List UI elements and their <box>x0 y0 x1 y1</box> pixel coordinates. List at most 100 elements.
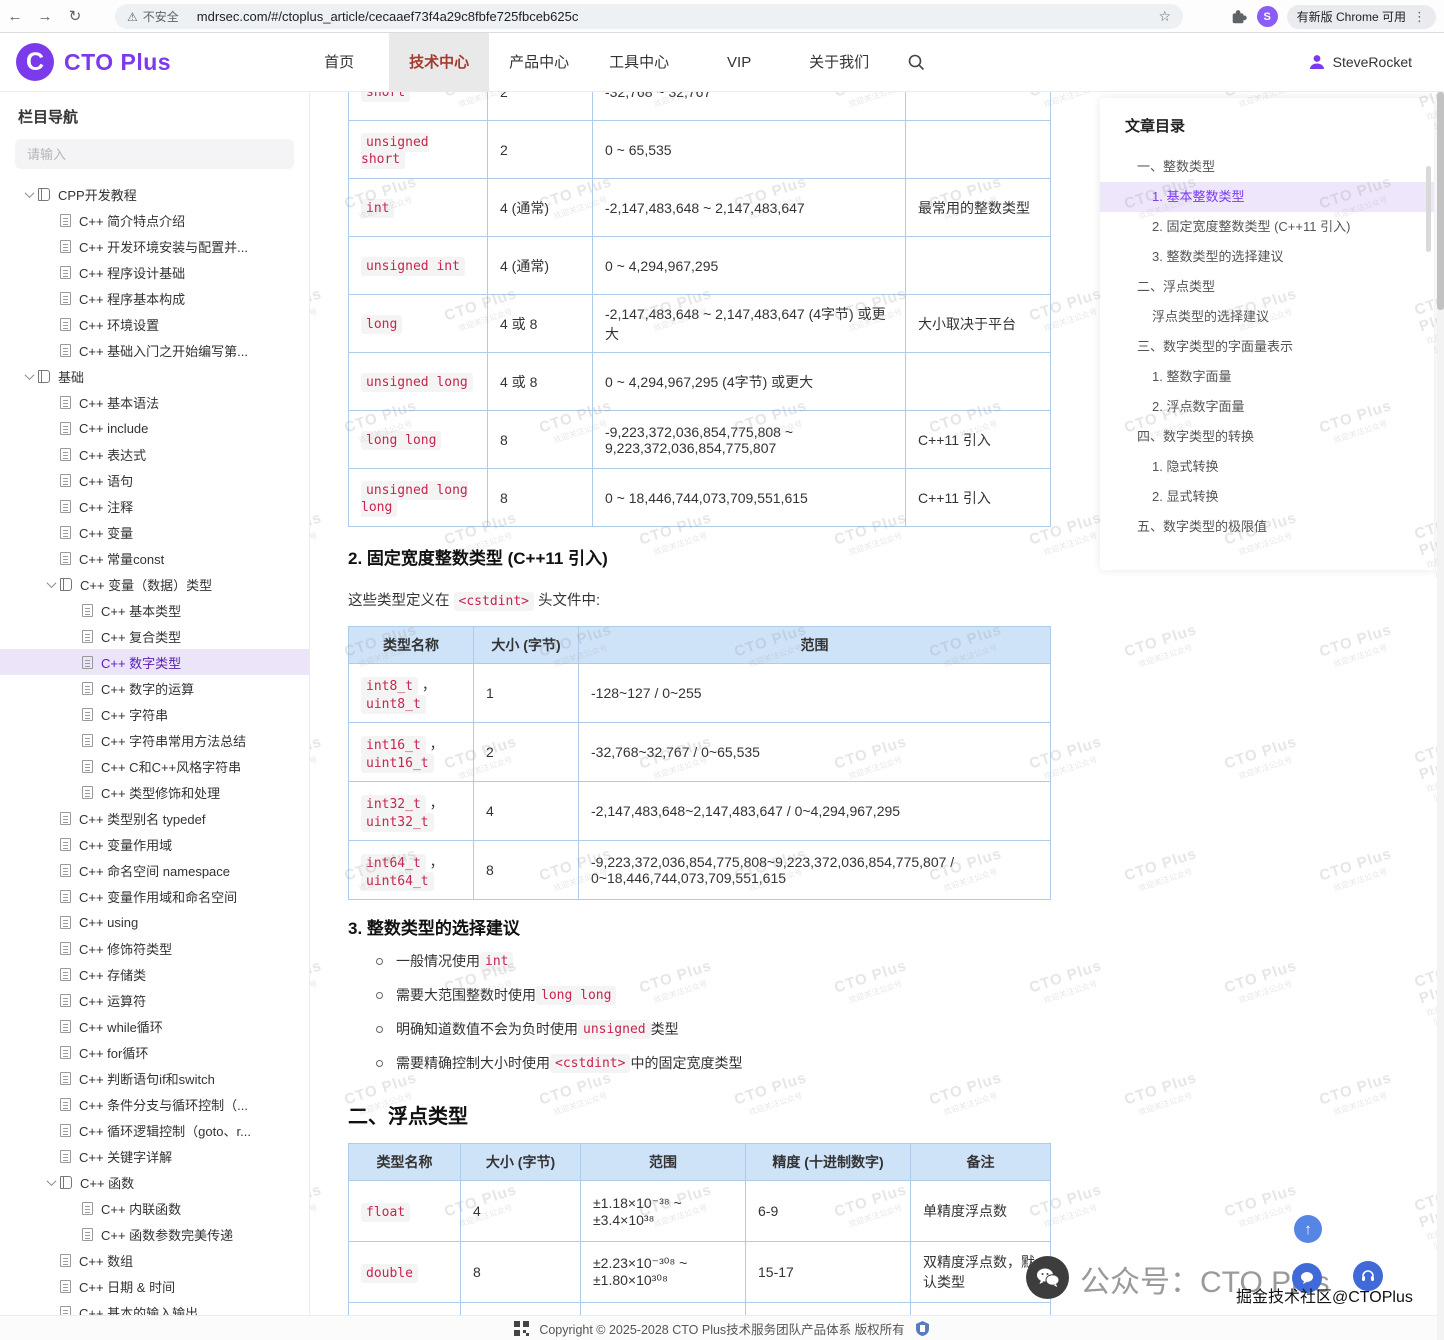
refresh-icon[interactable]: ↻ <box>60 7 90 25</box>
sidebar-tree-item[interactable]: C++ 环境设置 <box>0 311 309 337</box>
forward-icon[interactable]: → <box>30 8 60 25</box>
sidebar-tree-item[interactable]: C++ using <box>0 909 309 935</box>
sidebar-tree-item[interactable]: C++ 简介特点介绍 <box>0 207 309 233</box>
tree-item-label: C++ 基本的输入输出 <box>79 1303 198 1316</box>
sidebar-tree-item[interactable]: C++ 变量作用域 <box>0 831 309 857</box>
sidebar-tree-item[interactable]: C++ 基本类型 <box>0 597 309 623</box>
toc-scrollbar-thumb[interactable] <box>1426 166 1431 252</box>
sidebar-tree-item[interactable]: C++ 基础入门之开始编写第... <box>0 337 309 363</box>
nav-item-tech-center[interactable]: 技术中心 <box>389 33 489 92</box>
sidebar-tree-item[interactable]: C++ 类型修饰和处理 <box>0 779 309 805</box>
chevron-down-icon <box>42 581 60 588</box>
sidebar-tree-item[interactable]: C++ 语句 <box>0 467 309 493</box>
inline-code: long long <box>361 431 441 450</box>
user-account[interactable]: SteveRocket <box>1308 53 1412 71</box>
sidebar-tree-item[interactable]: C++ 变量 <box>0 519 309 545</box>
sidebar-tree-item[interactable]: C++ 条件分支与循环控制（... <box>0 1091 309 1117</box>
security-label[interactable]: 不安全 <box>143 8 179 25</box>
watermark: CTO Plus欢迎关注公众号 <box>1317 845 1398 897</box>
sidebar-tree-item[interactable]: C++ C和C++风格字符串 <box>0 753 309 779</box>
menu-dots-icon[interactable]: ⋮ <box>1413 9 1426 25</box>
chevron-down-icon <box>42 1179 60 1186</box>
sidebar-tree-item[interactable]: C++ 常量const <box>0 545 309 571</box>
toc-item[interactable]: 2. 显式转换 <box>1100 482 1434 512</box>
table-cell: int64_t ，uint64_t <box>349 841 474 900</box>
browser-profile-avatar[interactable]: S <box>1257 6 1278 27</box>
sidebar-tree-item[interactable]: C++ 基本的输入输出 <box>0 1299 309 1315</box>
sidebar-tree-item[interactable]: 基础 <box>0 363 309 389</box>
sidebar-search-input[interactable] <box>15 139 294 169</box>
sidebar-tree-item[interactable]: C++ 函数参数完美传递 <box>0 1221 309 1247</box>
back-to-top-button[interactable]: ↑ <box>1294 1215 1322 1243</box>
sidebar-tree-item[interactable]: C++ while循环 <box>0 1013 309 1039</box>
toc-item[interactable]: 五、数字类型的极限值 <box>1100 512 1434 542</box>
tree-item-label: C++ 判断语句if和switch <box>79 1069 215 1088</box>
toc-item[interactable]: 二、浮点类型 <box>1100 272 1434 302</box>
toc-item[interactable]: 1. 整数字面量 <box>1100 362 1434 392</box>
sidebar-tree-item[interactable]: C++ 复合类型 <box>0 623 309 649</box>
sidebar-tree-item[interactable]: C++ 程序基本构成 <box>0 285 309 311</box>
page-scrollbar[interactable] <box>1437 92 1444 1340</box>
inline-code: <cstdint> <box>550 1054 630 1073</box>
sidebar-tree-item[interactable]: C++ for循环 <box>0 1039 309 1065</box>
sidebar-tree-item[interactable]: C++ 数字的运算 <box>0 675 309 701</box>
toc-item[interactable]: 3. 整数类型的选择建议 <box>1100 242 1434 272</box>
update-label: 有新版 Chrome 可用 <box>1297 8 1406 25</box>
chrome-update-button[interactable]: 有新版 Chrome 可用 ⋮ <box>1287 5 1436 29</box>
toc-item[interactable]: 1. 隐式转换 <box>1100 452 1434 482</box>
sidebar-tree-item[interactable]: C++ 字符串 <box>0 701 309 727</box>
sidebar-tree-item[interactable]: C++ 判断语句if和switch <box>0 1065 309 1091</box>
sidebar-tree-item[interactable]: C++ 字符串常用方法总结 <box>0 727 309 753</box>
sidebar-tree-item[interactable]: C++ 命名空间 namespace <box>0 857 309 883</box>
tree-item-label: C++ 修饰符类型 <box>79 939 172 958</box>
sidebar-tree-item[interactable]: C++ 变量作用域和命名空间 <box>0 883 309 909</box>
sidebar-tree-item[interactable]: C++ 开发环境安装与配置并... <box>0 233 309 259</box>
sidebar-tree-item[interactable]: C++ 注释 <box>0 493 309 519</box>
sidebar-tree-item[interactable]: C++ 日期 & 时间 <box>0 1273 309 1299</box>
nav-item-product-center[interactable]: 产品中心 <box>489 33 589 92</box>
sidebar-tree-item[interactable]: C++ 存储类 <box>0 961 309 987</box>
sidebar-tree-item[interactable]: CPP开发教程 <box>0 181 309 207</box>
toc-item[interactable]: 2. 固定宽度整数类型 (C++11 引入) <box>1100 212 1434 242</box>
search-icon[interactable] <box>907 53 926 72</box>
back-icon[interactable]: ← <box>0 8 30 25</box>
table-row: unsigned int4 (通常)0 ~ 4,294,967,295 <box>349 237 1051 295</box>
sidebar-tree-item[interactable]: C++ 函数 <box>0 1169 309 1195</box>
sidebar-tree-item[interactable]: C++ 数组 <box>0 1247 309 1273</box>
tree-item-label: C++ 程序设计基础 <box>79 263 185 282</box>
document-icon <box>60 318 71 331</box>
sidebar-tree-item[interactable]: C++ 表达式 <box>0 441 309 467</box>
nav-item-home[interactable]: 首页 <box>289 33 389 92</box>
inline-code: int <box>361 199 394 218</box>
sidebar-tree-item[interactable]: C++ 类型别名 typedef <box>0 805 309 831</box>
nav-item-about[interactable]: 关于我们 <box>789 33 889 92</box>
sidebar-tree-item[interactable]: C++ 内联函数 <box>0 1195 309 1221</box>
tree-item-label: C++ 常量const <box>79 549 164 568</box>
url-text[interactable]: mdrsec.com/#/ctoplus_article/cecaaef73f4… <box>197 9 579 24</box>
nav-item-tool-center[interactable]: 工具中心 <box>589 33 689 92</box>
sidebar-tree-item[interactable]: C++ 关键字详解 <box>0 1143 309 1169</box>
toc-item[interactable]: 三、数字类型的字面量表示 <box>1100 332 1434 362</box>
document-icon <box>60 474 71 487</box>
sidebar-tree-item[interactable]: C++ 修饰符类型 <box>0 935 309 961</box>
sidebar-tree-item[interactable]: C++ 基本语法 <box>0 389 309 415</box>
toc-item[interactable]: 四、数字类型的转换 <box>1100 422 1434 452</box>
nav-item-vip[interactable]: VIP <box>689 33 789 92</box>
toc-item[interactable]: 一、整数类型 <box>1100 152 1434 182</box>
sidebar-tree-item[interactable]: C++ include <box>0 415 309 441</box>
sidebar-tree-item[interactable]: C++ 数字类型 <box>0 649 309 675</box>
tree-item-label: C++ 基础入门之开始编写第... <box>79 341 248 360</box>
extensions-puzzle-icon[interactable] <box>1230 8 1248 26</box>
sidebar-tree-item[interactable]: C++ 运算符 <box>0 987 309 1013</box>
sidebar-tree-item[interactable]: C++ 循环逻辑控制（goto、r... <box>0 1117 309 1143</box>
site-logo[interactable]: C CTO Plus <box>16 43 171 81</box>
toc-item[interactable]: 2. 浮点数字面量 <box>1100 392 1434 422</box>
sidebar-tree-item[interactable]: C++ 变量（数据）类型 <box>0 571 309 597</box>
toc-item[interactable]: 1. 基本整数类型 <box>1100 182 1434 212</box>
address-bar[interactable]: ⚠ 不安全 mdrsec.com/#/ctoplus_article/cecaa… <box>115 4 1183 29</box>
sidebar-tree-item[interactable]: C++ 程序设计基础 <box>0 259 309 285</box>
page-scrollbar-thumb[interactable] <box>1437 92 1444 310</box>
tree-item-label: C++ 数组 <box>79 1251 133 1270</box>
toc-item[interactable]: 浮点类型的选择建议 <box>1100 302 1434 332</box>
bookmark-star-icon[interactable]: ☆ <box>1158 8 1171 25</box>
